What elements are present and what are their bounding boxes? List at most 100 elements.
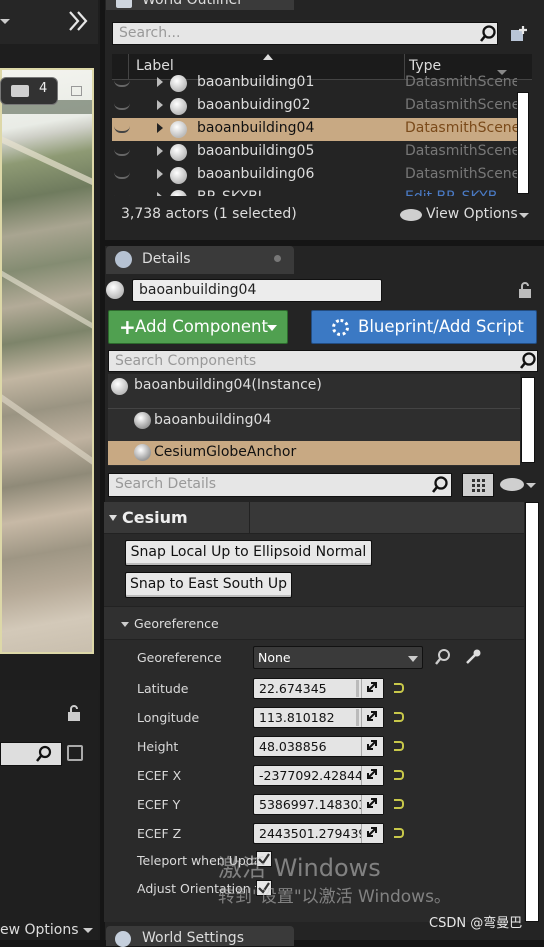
lock-icon[interactable] <box>66 704 82 722</box>
reset-to-default-icon[interactable] <box>394 828 404 838</box>
add-filter-icon[interactable] <box>508 24 530 44</box>
property-value-input[interactable]: 48.038856 <box>253 736 384 757</box>
expand-arrow-icon[interactable] <box>157 100 163 110</box>
expand-icon[interactable] <box>361 795 383 814</box>
outliner-row[interactable]: BP_SKYBL Edit BP_SKYB <box>112 187 517 196</box>
property-value-input[interactable]: -2377092.428446 <box>253 765 384 786</box>
expand-icon[interactable] <box>361 708 383 727</box>
property-value-input[interactable]: 5386997.148303 <box>253 794 384 815</box>
slider-knob[interactable] <box>356 680 359 697</box>
save-icon[interactable] <box>67 745 83 761</box>
property-value: 48.038856 <box>259 739 327 754</box>
property-value: 22.674345 <box>259 681 327 696</box>
browse-icon[interactable] <box>434 648 452 666</box>
left-view-options[interactable]: ew Options <box>0 922 93 938</box>
world-settings-tab[interactable]: World Settings <box>106 926 294 947</box>
visibility-eye-icon[interactable] <box>114 80 130 87</box>
snap-local-button[interactable]: Snap Local Up to Ellipsoid Normal <box>125 540 372 566</box>
eyedropper-icon[interactable] <box>464 648 482 666</box>
outliner-row-label: baoanbuilding06 <box>197 166 315 182</box>
details-tab-label: Details <box>142 251 191 267</box>
expand-icon[interactable] <box>361 824 383 843</box>
georeference-value: None <box>258 650 291 665</box>
cesium-section-header[interactable]: Cesium <box>104 502 524 534</box>
component-scrollbar[interactable] <box>521 377 535 463</box>
outliner-row[interactable]: baoanbuilding05 DatasmithScene <box>112 141 517 164</box>
outliner-scrollbar[interactable] <box>517 92 529 194</box>
outliner-row-label: baoanbuiding02 <box>197 97 311 113</box>
sort-ascending-icon <box>263 54 273 60</box>
world-outliner-tab[interactable]: World Outliner <box>106 0 294 10</box>
visibility-eye-icon[interactable] <box>114 149 130 156</box>
search-icon[interactable] <box>35 745 53 763</box>
search-components-input[interactable]: Search Components <box>108 350 538 372</box>
search-icon[interactable] <box>430 475 450 495</box>
reset-to-default-icon[interactable] <box>394 799 404 809</box>
georeference-select[interactable]: None <box>253 646 423 669</box>
reset-to-default-icon[interactable] <box>394 712 404 722</box>
expand-icon[interactable] <box>361 766 383 785</box>
blueprint-icon <box>332 319 349 336</box>
slider-knob[interactable] <box>356 709 359 726</box>
chevron-down-icon[interactable] <box>526 483 536 488</box>
lock-icon[interactable] <box>516 281 534 299</box>
expand-arrow-icon[interactable] <box>157 192 163 196</box>
view-options-label: View Options <box>426 206 518 222</box>
search-icon[interactable] <box>478 24 498 44</box>
viewport-scene[interactable] <box>2 70 92 652</box>
snap-east-button[interactable]: Snap to East South Up <box>125 572 292 598</box>
grid-view-icon[interactable] <box>462 473 494 497</box>
expand-icon[interactable] <box>361 737 383 756</box>
mesh-icon <box>134 412 151 429</box>
outliner-row[interactable]: baoanbuilding04 DatasmithScene <box>112 118 517 141</box>
add-component-button[interactable]: + Add Component <box>108 310 288 344</box>
visibility-eye-icon[interactable] <box>500 478 524 491</box>
maximize-icon[interactable] <box>71 86 82 96</box>
georeference-label: Georeference <box>137 650 222 665</box>
expand-arrow-icon[interactable] <box>157 169 163 179</box>
csdn-watermark: CSDN @弯曼巴 <box>429 916 523 931</box>
visibility-eye-icon[interactable] <box>114 126 130 133</box>
georeference-subheader[interactable]: Georeference <box>104 606 524 640</box>
property-value-input[interactable]: 2443501.279439 <box>253 823 384 844</box>
actor-name-input[interactable]: baoanbuilding04 <box>132 279 382 302</box>
activation-watermark-title: 激活 Windows <box>218 854 381 882</box>
property-value-input[interactable]: 113.810182 <box>253 707 384 728</box>
visibility-eye-icon[interactable] <box>114 172 130 179</box>
search-details-input[interactable]: Search Details <box>108 473 452 497</box>
expand-icon[interactable] <box>361 679 383 698</box>
details-tab[interactable]: Details <box>106 246 294 274</box>
collapse-chevron-icon[interactable] <box>66 8 92 34</box>
property-value-input[interactable]: 22.674345 <box>253 678 384 699</box>
actor-sphere-icon <box>170 190 187 196</box>
outliner-row-type: DatasmithScene <box>405 166 517 182</box>
visibility-eye-icon[interactable] <box>114 103 130 110</box>
property-label: ECEF Z <box>137 826 182 841</box>
outliner-row[interactable]: baoanbuilding06 DatasmithScene <box>112 164 517 187</box>
view-options-button[interactable]: View Options <box>400 206 532 226</box>
close-tab-icon[interactable] <box>274 255 281 262</box>
outliner-search-input[interactable]: Search... <box>112 22 498 45</box>
reset-to-default-icon[interactable] <box>394 741 404 751</box>
reset-to-default-icon[interactable] <box>394 770 404 780</box>
actor-sphere-icon <box>170 75 187 92</box>
details-scrollbar[interactable] <box>525 502 539 922</box>
outliner-row[interactable]: baoanbuilding01 DatasmithScene <box>112 72 517 95</box>
camera-speed-button[interactable]: 4 <box>0 77 58 105</box>
component-row-mesh[interactable]: baoanbuilding04 <box>108 408 520 434</box>
visibility-eye-icon[interactable] <box>114 195 130 196</box>
expand-arrow-icon[interactable] <box>157 123 163 133</box>
blueprint-button[interactable]: Blueprint/Add Script <box>311 310 537 344</box>
column-splitter <box>249 502 250 534</box>
component-icon <box>134 444 151 461</box>
component-row-anchor[interactable]: CesiumGlobeAnchor <box>108 441 520 465</box>
component-row-root[interactable]: baoanbuilding04(Instance) <box>108 374 520 400</box>
expand-arrow-icon[interactable] <box>157 77 163 87</box>
reset-to-default-icon[interactable] <box>394 683 404 693</box>
viewport-dropdown-arrow[interactable] <box>0 19 10 24</box>
outliner-row[interactable]: baoanbuiding02 DatasmithScene <box>112 95 517 118</box>
property-label: Latitude <box>137 681 189 696</box>
expand-arrow-icon[interactable] <box>157 146 163 156</box>
search-icon[interactable] <box>518 351 538 371</box>
viewport-frame <box>0 68 94 654</box>
